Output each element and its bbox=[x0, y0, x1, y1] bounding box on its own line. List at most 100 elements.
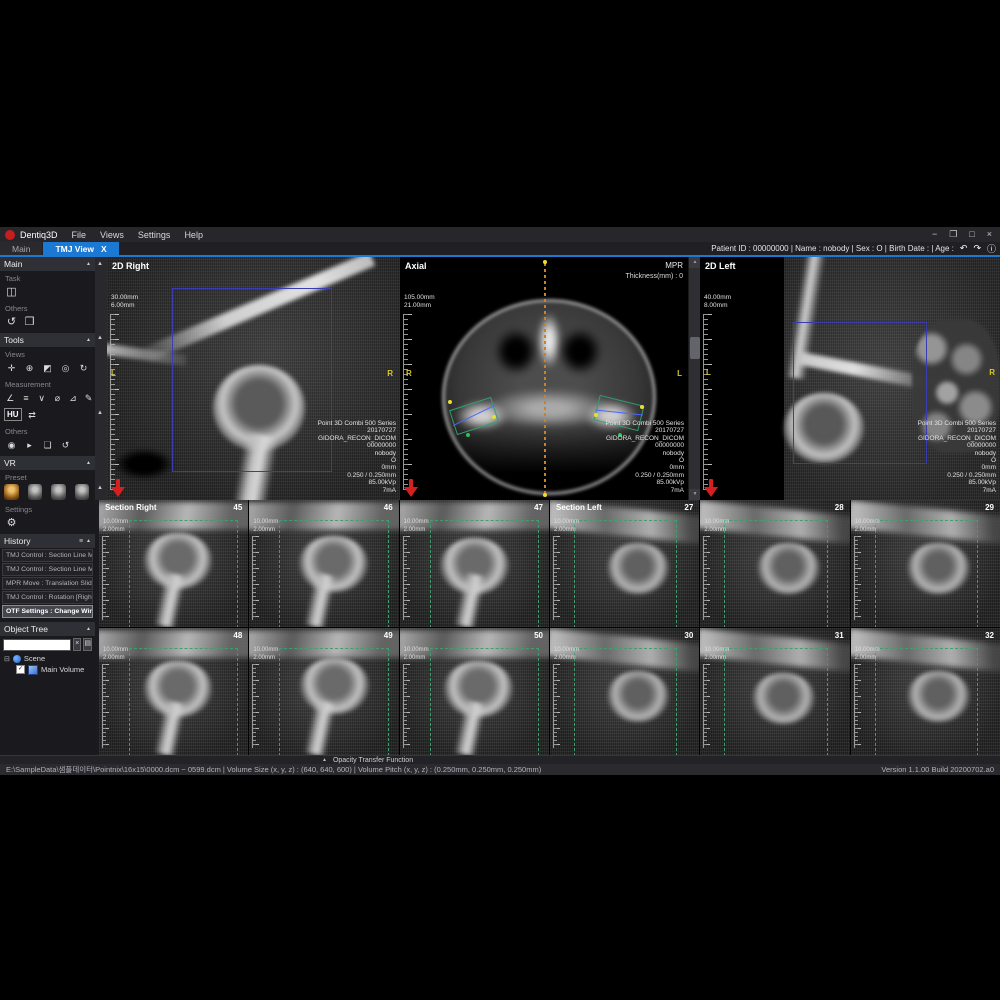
history-item[interactable]: MPR Move : Translation Slider [Axial] bbox=[2, 577, 93, 590]
undo-icon[interactable]: ↶ bbox=[960, 243, 968, 254]
collapse-icon[interactable]: ▲ bbox=[86, 337, 91, 343]
search-clear-icon[interactable]: × bbox=[73, 638, 81, 651]
section-panel-46[interactable]: 46 10.00mm2.00mm bbox=[249, 500, 398, 627]
history-item[interactable]: TMJ Control : Section Line Move [Left] bbox=[2, 549, 93, 562]
switch-layout-icon[interactable]: ❒ bbox=[22, 315, 37, 329]
tab-close-icon[interactable]: X bbox=[101, 244, 107, 254]
ruler bbox=[252, 536, 260, 620]
popout-icon[interactable]: ❐ bbox=[949, 229, 957, 240]
panel-header-object-tree[interactable]: Object Tree ▲ bbox=[0, 622, 95, 636]
zoom-tool-icon[interactable]: ⊕ bbox=[22, 361, 37, 375]
tree-filter-icon[interactable]: ▤ bbox=[83, 638, 92, 651]
reset-icon[interactable]: ↺ bbox=[58, 438, 73, 452]
otf-bar[interactable]: ▲ Opacity Transfer Function bbox=[0, 755, 1000, 764]
red-arrow-marker-icon[interactable] bbox=[704, 479, 718, 497]
collapse-handle-icon[interactable]: ▲ bbox=[97, 261, 103, 267]
section-panel-32[interactable]: 32 10.00mm2.00mm bbox=[851, 628, 1000, 755]
panel-header-main[interactable]: Main ▲ bbox=[0, 257, 95, 271]
section-panel-30[interactable]: 30 10.00mm2.00mm bbox=[550, 628, 699, 755]
section-panel-48[interactable]: 48 10.00mm2.00mm bbox=[99, 628, 248, 755]
section-panel-50[interactable]: 50 10.00mm2.00mm bbox=[400, 628, 549, 755]
red-arrow-marker-icon[interactable] bbox=[111, 479, 125, 497]
tree-expander-icon[interactable]: ⊟ bbox=[4, 655, 10, 663]
visibility-tool-icon[interactable]: ◎ bbox=[58, 361, 73, 375]
vr-preset-4-thumbnail[interactable] bbox=[75, 484, 90, 500]
vr-settings-gear-icon[interactable]: ⚙ bbox=[4, 516, 19, 530]
roi-rectangle[interactable] bbox=[172, 288, 332, 472]
section-panel-28[interactable]: 28 10.00mm2.00mm bbox=[700, 500, 849, 627]
collapse-handle-icon[interactable]: ▲ bbox=[97, 410, 103, 416]
reset-layout-icon[interactable]: ↺ bbox=[4, 315, 19, 329]
info-icon[interactable]: ⓘ bbox=[987, 242, 996, 255]
hu-tool-button[interactable]: HU bbox=[4, 408, 22, 421]
tab-tmj-view[interactable]: TMJ View X bbox=[43, 242, 118, 255]
vr-preset-2-thumbnail[interactable] bbox=[28, 484, 43, 500]
history-item[interactable]: TMJ Control : Rotation [Right] bbox=[2, 591, 93, 604]
control-point-dot-green[interactable] bbox=[466, 433, 470, 437]
tmj-task-icon[interactable]: ◫ bbox=[4, 285, 19, 299]
close-icon[interactable]: × bbox=[987, 229, 992, 240]
section-panel-31[interactable]: 31 10.00mm2.00mm bbox=[700, 628, 849, 755]
camera-icon[interactable]: ◉ bbox=[4, 438, 19, 452]
history-item-selected[interactable]: OTF Settings : Change Windowing Range bbox=[2, 605, 93, 618]
invert-tool-icon[interactable]: ◩ bbox=[40, 361, 55, 375]
section-panel-45[interactable]: Section Right 45 10.00mm2.00mm bbox=[99, 500, 248, 627]
panel-header-tools[interactable]: Tools ▲ bbox=[0, 333, 95, 347]
panel-header-history[interactable]: History ≡ ▲ bbox=[0, 534, 95, 548]
rotate-tool-icon[interactable]: ↻ bbox=[76, 361, 91, 375]
control-point-dot[interactable] bbox=[640, 405, 644, 409]
section-panel-47[interactable]: 47 10.00mm2.00mm bbox=[400, 500, 549, 627]
section-panel-49[interactable]: 49 10.00mm2.00mm bbox=[249, 628, 398, 755]
video-icon[interactable]: ▸ bbox=[22, 438, 37, 452]
menu-views[interactable]: Views bbox=[100, 230, 124, 240]
note-tool-icon[interactable]: ✎ bbox=[82, 391, 95, 405]
minimize-icon[interactable]: − bbox=[932, 229, 937, 240]
angle-tool-icon[interactable]: ∠ bbox=[4, 391, 17, 405]
crosshair-handle-dot[interactable] bbox=[543, 260, 547, 264]
collapse-handle-icon[interactable]: ▲ bbox=[97, 485, 103, 491]
menu-settings[interactable]: Settings bbox=[138, 230, 171, 240]
history-menu-icon[interactable]: ≡ bbox=[79, 538, 83, 545]
circle-tool-icon[interactable]: ⌀ bbox=[51, 391, 64, 405]
scrollbar-handle[interactable] bbox=[690, 337, 700, 359]
viewport-2d-right[interactable]: 2D Right 30.00mm6.00mm L R Point 3D Comb… bbox=[107, 257, 400, 500]
menu-file[interactable]: File bbox=[72, 230, 87, 240]
snapshot-icon[interactable]: ❏ bbox=[40, 438, 55, 452]
collapse-icon[interactable]: ▲ bbox=[86, 626, 91, 632]
mpr-crosshair-line[interactable] bbox=[544, 263, 546, 495]
profile-tool-icon[interactable]: ⊿ bbox=[67, 391, 80, 405]
vr-preset-1-thumbnail[interactable] bbox=[4, 484, 19, 500]
panel-header-vr[interactable]: VR ▲ bbox=[0, 456, 95, 470]
collapse-icon[interactable]: ▲ bbox=[86, 460, 91, 466]
collapse-icon[interactable]: ▲ bbox=[86, 538, 91, 544]
control-point-dot[interactable] bbox=[448, 400, 452, 404]
tree-node-main-volume[interactable]: ✓ Main Volume bbox=[4, 664, 95, 675]
distance-tool-icon[interactable]: ≡ bbox=[20, 391, 33, 405]
roi-rectangle[interactable] bbox=[793, 322, 927, 464]
otf-collapse-icon[interactable]: ▲ bbox=[322, 757, 327, 763]
tape-tool-icon[interactable]: ⇄ bbox=[25, 408, 40, 422]
section-panel-29[interactable]: 29 10.00mm2.00mm bbox=[851, 500, 1000, 627]
control-point-dot[interactable] bbox=[594, 413, 598, 417]
volume-checkbox[interactable]: ✓ bbox=[16, 665, 25, 674]
three-point-angle-tool-icon[interactable]: ∨ bbox=[35, 391, 48, 405]
red-arrow-marker-icon[interactable] bbox=[404, 479, 418, 497]
section-panel-27[interactable]: Section Left 27 10.00mm2.00mm bbox=[550, 500, 699, 627]
menu-help[interactable]: Help bbox=[184, 230, 203, 240]
vr-preset-3-thumbnail[interactable] bbox=[51, 484, 66, 500]
tree-node-scene[interactable]: ⊟ Scene bbox=[4, 653, 95, 664]
section-roi-rect bbox=[574, 648, 677, 755]
splitter-strip: ▲ ▲ ▲ ▲ bbox=[95, 257, 107, 500]
viewport-2d-left[interactable]: 2D Left 40.00mm8.00mm L R Point 3D Combi… bbox=[700, 257, 1000, 500]
crosshair-handle-dot[interactable] bbox=[543, 493, 547, 497]
history-item[interactable]: TMJ Control : Section Line Move [Right] bbox=[2, 563, 93, 576]
object-tree-search-input[interactable] bbox=[3, 639, 71, 651]
redo-icon[interactable]: ↷ bbox=[973, 243, 981, 254]
collapse-handle-icon[interactable]: ▲ bbox=[97, 335, 103, 341]
control-point-dot[interactable] bbox=[492, 415, 496, 419]
maximize-icon[interactable]: □ bbox=[969, 229, 974, 240]
tab-main[interactable]: Main bbox=[0, 242, 42, 255]
collapse-icon[interactable]: ▲ bbox=[86, 261, 91, 267]
viewport-axial[interactable]: Axial MPR Thickness(mm) : 0 105.00mm21.0… bbox=[400, 257, 688, 500]
pan-tool-icon[interactable]: ✛ bbox=[4, 361, 19, 375]
